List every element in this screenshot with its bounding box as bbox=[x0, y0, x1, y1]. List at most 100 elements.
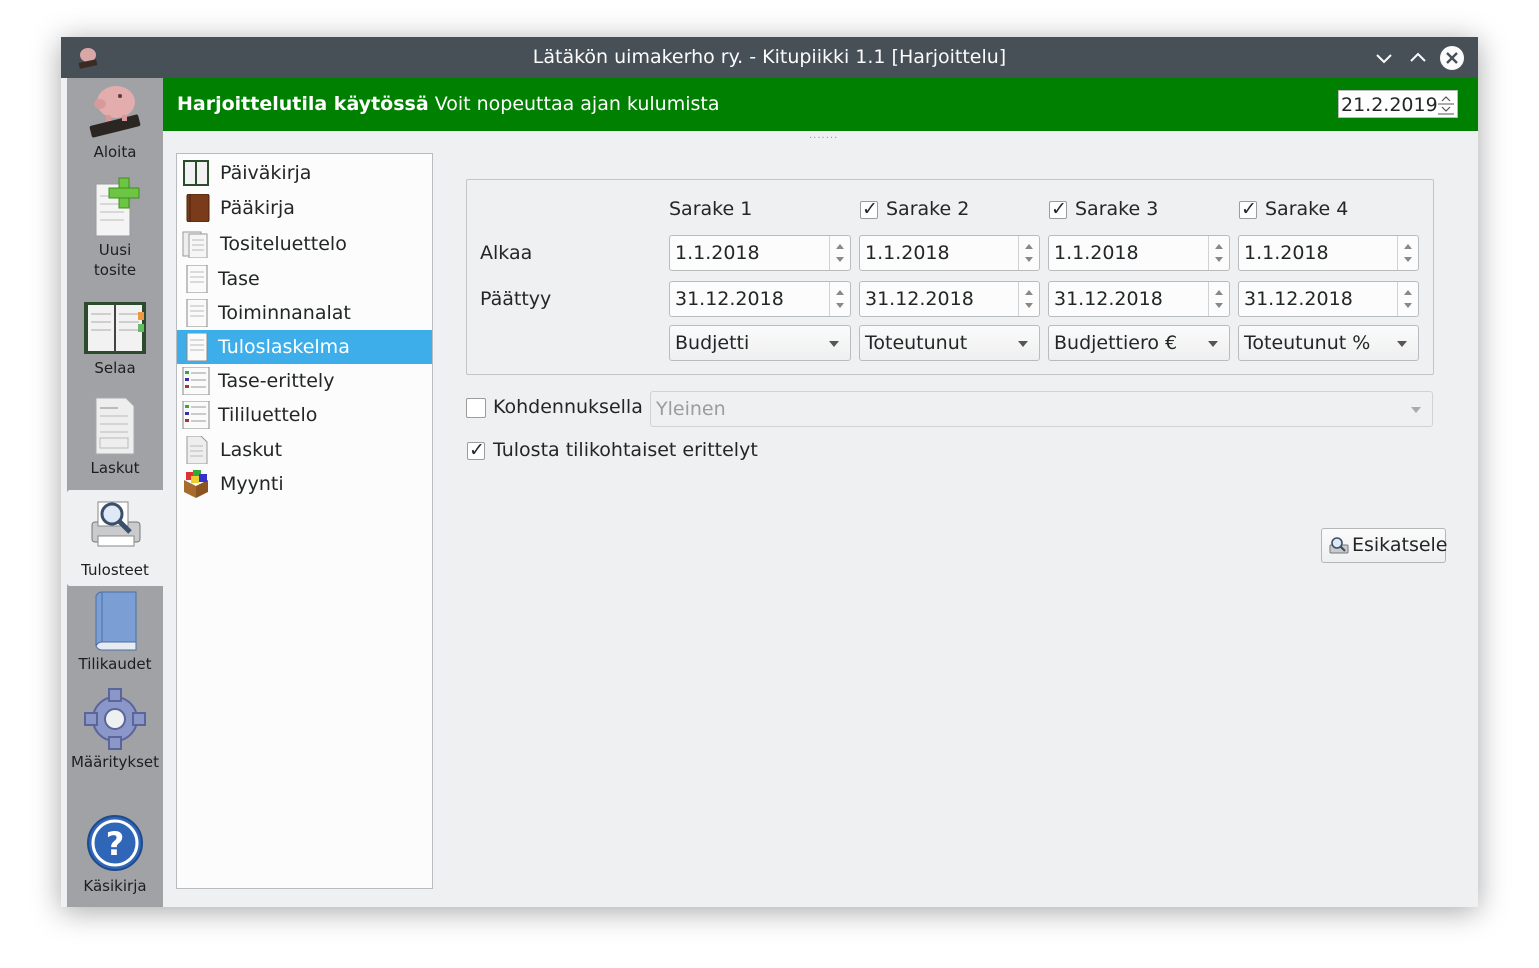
spin-arrows-icon[interactable] bbox=[1437, 93, 1455, 123]
start-date-2-spinbox[interactable]: 1.1.2018 bbox=[859, 235, 1040, 271]
banner-text: Voit nopeuttaa ajan kulumista bbox=[434, 93, 720, 115]
documents-icon bbox=[186, 436, 208, 464]
close-icon[interactable] bbox=[1440, 46, 1464, 70]
page-icon bbox=[186, 333, 208, 361]
list-item[interactable]: Myynti bbox=[177, 467, 432, 501]
end-date-label: Päättyy bbox=[480, 288, 552, 310]
spin-arrows-icon[interactable] bbox=[1208, 236, 1229, 270]
spin-arrows-icon[interactable] bbox=[829, 282, 850, 316]
list-item[interactable]: Tililuettelo bbox=[177, 398, 432, 432]
page-icon bbox=[186, 299, 208, 327]
print-preview-icon bbox=[91, 501, 141, 547]
spin-arrows-icon[interactable] bbox=[1397, 236, 1418, 270]
sidebar-item-label: Uusi tosite bbox=[93, 241, 137, 279]
column-header-1: Sarake 1 bbox=[669, 198, 753, 220]
book-icon bbox=[95, 591, 137, 651]
list-icon bbox=[182, 367, 210, 395]
window-title: Lätäkön uimakerho ry. - Kitupiikki 1.1 [… bbox=[532, 46, 1007, 68]
start-date-3-spinbox[interactable]: 1.1.2018 bbox=[1048, 235, 1230, 271]
end-date-1-spinbox[interactable]: 31.12.2018 bbox=[669, 281, 851, 317]
sidebar-item-label: Laskut bbox=[90, 459, 140, 477]
sidebar-item-label: Käsikirja bbox=[83, 877, 147, 895]
list-icon bbox=[182, 401, 210, 429]
spin-arrows-icon[interactable] bbox=[1208, 282, 1229, 316]
maximize-icon[interactable] bbox=[1406, 46, 1430, 70]
column-4-type-select[interactable]: Toteutunut % bbox=[1238, 325, 1419, 361]
print-preview-icon bbox=[1329, 537, 1349, 554]
calendar-book-icon bbox=[84, 302, 146, 354]
sidebar-item-tulosteet[interactable]: Tulosteet bbox=[67, 490, 163, 586]
spin-arrows-icon[interactable] bbox=[1018, 282, 1039, 316]
journal-icon bbox=[183, 160, 209, 186]
report-list: Päiväkirja Pääkirja Tositeluettelo Tase … bbox=[176, 153, 433, 889]
chevron-down-icon bbox=[1411, 407, 1421, 413]
column-1-type-select[interactable]: Budjetti bbox=[669, 325, 851, 361]
column-3-type-select[interactable]: Budjettiero € bbox=[1048, 325, 1230, 361]
column-header-2: Sarake 2 bbox=[886, 198, 970, 220]
allocation-select[interactable]: Yleinen bbox=[650, 391, 1433, 427]
print-details-checkbox[interactable]: ✓ bbox=[467, 439, 485, 461]
spin-arrows-icon[interactable] bbox=[1397, 282, 1418, 316]
title-bar: Lätäkön uimakerho ry. - Kitupiikki 1.1 [… bbox=[61, 37, 1478, 78]
column-header-4: Sarake 4 bbox=[1265, 198, 1349, 220]
allocation-checkbox[interactable] bbox=[466, 398, 486, 418]
sidebar-item-kasikirja[interactable]: ? Käsikirja bbox=[67, 812, 163, 907]
svg-text:?: ? bbox=[106, 825, 125, 863]
list-item[interactable]: Toiminnanalat bbox=[177, 296, 432, 330]
chevron-down-icon bbox=[829, 341, 839, 347]
spin-arrows-icon[interactable] bbox=[829, 236, 850, 270]
column-2-checkbox[interactable]: ✓ bbox=[860, 198, 878, 220]
chevron-down-icon bbox=[1208, 341, 1218, 347]
simulated-date-spinbox[interactable]: 21.2.2019 bbox=[1338, 90, 1458, 118]
end-date-3-spinbox[interactable]: 31.12.2018 bbox=[1048, 281, 1230, 317]
column-2-type-select[interactable]: Toteutunut bbox=[859, 325, 1040, 361]
simulated-date-value: 21.2.2019 bbox=[1341, 94, 1438, 116]
sidebar-item-uusi-tosite[interactable]: Uusi tosite bbox=[67, 176, 163, 279]
banner-title: Harjoittelutila käytössä bbox=[177, 93, 429, 115]
list-item[interactable]: Tuloslaskelma bbox=[177, 330, 432, 364]
sidebar-item-label: Tulosteet bbox=[81, 561, 149, 579]
invoice-icon bbox=[95, 397, 135, 455]
ledger-icon bbox=[186, 194, 210, 222]
end-date-2-spinbox[interactable]: 31.12.2018 bbox=[859, 281, 1040, 317]
start-date-4-spinbox[interactable]: 1.1.2018 bbox=[1238, 235, 1419, 271]
app-window: Lätäkön uimakerho ry. - Kitupiikki 1.1 [… bbox=[61, 37, 1478, 907]
box-icon bbox=[184, 470, 208, 498]
sidebar-item-label: Määritykset bbox=[70, 753, 160, 771]
new-document-icon bbox=[95, 177, 140, 237]
list-item[interactable]: Päiväkirja bbox=[177, 156, 432, 190]
column-4-checkbox[interactable]: ✓ bbox=[1239, 198, 1257, 220]
page-icon bbox=[186, 265, 208, 293]
sidebar-item-selaa[interactable]: Selaa bbox=[67, 300, 163, 396]
list-item[interactable]: Pääkirja bbox=[177, 191, 432, 225]
list-item[interactable]: Tase-erittely bbox=[177, 364, 432, 398]
minimize-icon[interactable] bbox=[1372, 46, 1396, 70]
check-icon: ✓ bbox=[1241, 198, 1257, 220]
sidebar-item-aloita[interactable]: Aloita bbox=[67, 78, 163, 174]
gear-icon bbox=[84, 688, 146, 750]
sidebar-item-tilikaudet[interactable]: Tilikaudet bbox=[67, 590, 163, 686]
sidebar-item-label: Tilikaudet bbox=[78, 655, 152, 673]
list-item[interactable]: Tositeluettelo bbox=[177, 227, 432, 261]
preview-button[interactable]: Esikatsele bbox=[1321, 528, 1448, 563]
sidebar-item-maaritykset[interactable]: Määritykset bbox=[67, 688, 163, 784]
list-item[interactable]: Laskut bbox=[177, 433, 432, 467]
chevron-down-icon bbox=[1397, 341, 1407, 347]
piggy-bank-icon bbox=[89, 86, 141, 138]
sidebar-item-laskut[interactable]: Laskut bbox=[67, 396, 163, 492]
spin-arrows-icon[interactable] bbox=[1018, 236, 1039, 270]
splitter-handle[interactable]: ······· bbox=[809, 133, 838, 144]
practice-mode-banner: Harjoittelutila käytössä Voit nopeuttaa … bbox=[163, 78, 1478, 131]
print-details-label: Tulosta tilikohtaiset erittelyt bbox=[493, 439, 758, 461]
check-icon: ✓ bbox=[862, 198, 878, 220]
start-date-1-spinbox[interactable]: 1.1.2018 bbox=[669, 235, 851, 271]
column-3-checkbox[interactable]: ✓ bbox=[1049, 198, 1067, 220]
end-date-4-spinbox[interactable]: 31.12.2018 bbox=[1238, 281, 1419, 317]
sidebar-item-label: Selaa bbox=[94, 359, 136, 377]
check-icon: ✓ bbox=[469, 439, 485, 461]
start-date-label: Alkaa bbox=[480, 242, 533, 264]
list-item[interactable]: Tase bbox=[177, 262, 432, 296]
allocation-label: Kohdennuksella bbox=[493, 396, 643, 418]
sidebar: Aloita Uusi tosite Selaa Laskut Tulostee… bbox=[67, 78, 163, 907]
chevron-down-icon bbox=[1018, 341, 1028, 347]
